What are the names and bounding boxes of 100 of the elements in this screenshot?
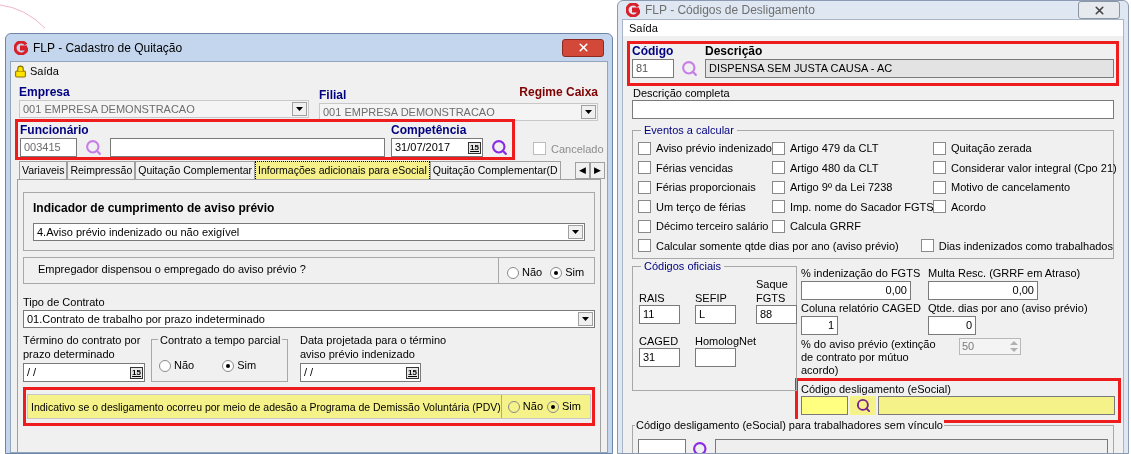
question-text: Empregador dispensou o empregado do aviso prévio ?: [37, 262, 307, 277]
input-field[interactable]: 31: [639, 348, 680, 367]
checkbox[interactable]: Imp. nome do Sacador FGTS: [772, 198, 933, 215]
search-icon[interactable]: [491, 139, 508, 156]
input-field[interactable]: 11: [639, 305, 680, 324]
search-icon[interactable]: [681, 60, 698, 77]
input-field[interactable]: 0,00: [928, 281, 1038, 300]
tab[interactable]: Informações adicionais para eSocial: [255, 161, 430, 179]
close-icon: [1092, 3, 1106, 17]
checkbox[interactable]: Artigo 480 da CLT: [772, 159, 933, 176]
menu-item[interactable]: Saída: [629, 19, 658, 37]
date-field[interactable]: / / 15: [300, 363, 421, 382]
field-label: HomologNet: [695, 334, 756, 348]
checkbox[interactable]: Calcula GRRF: [772, 218, 933, 235]
checkbox[interactable]: Calcular somente qtde dias por ano (aviso prévio): [638, 237, 921, 254]
logo-icon: [626, 3, 640, 17]
checkbox[interactable]: Motivo de cancelamento: [933, 179, 1117, 196]
tab[interactable]: Quitação Complementar(D: [429, 161, 561, 179]
input-field[interactable]: 1: [801, 316, 838, 335]
group-title: Códigos oficiais: [641, 259, 725, 273]
input-field[interactable]: [801, 396, 848, 415]
date-value: 31/07/2017: [395, 140, 451, 156]
search-icon[interactable]: [85, 139, 102, 156]
group-title: Código desligamento (eSocial) para trabalhadores sem vínculo: [635, 419, 944, 432]
field-label: RAIS: [639, 291, 666, 305]
checkbox[interactable]: Férias proporcionais: [638, 179, 772, 196]
input-field[interactable]: 88: [756, 305, 797, 324]
input-field[interactable]: [715, 439, 1108, 453]
checkbox[interactable]: Acordo: [933, 198, 1117, 215]
radio-button[interactable]: Não: [507, 398, 544, 415]
checkbox[interactable]: Artigo 9º da Lei 7238: [772, 179, 933, 196]
checkbox[interactable]: Artigo 479 da CLT: [772, 140, 933, 157]
input-field[interactable]: [638, 439, 686, 453]
field-label: Qtde. dias por ano (aviso prévio): [928, 301, 1089, 316]
input-field[interactable]: L: [695, 305, 736, 324]
search-button[interactable]: [850, 396, 876, 415]
input-field[interactable]: [632, 100, 1114, 119]
lock-icon: [14, 64, 27, 78]
field-label: % indenização do FGTS: [801, 266, 922, 281]
regime-label: Regime Caixa: [519, 85, 598, 100]
dropdown[interactable]: 001 EMPRESA DEMONSTRACAO: [19, 100, 309, 118]
window-title: FLP - Códigos de Desligamento: [645, 2, 815, 19]
radio-button[interactable]: Não: [159, 357, 195, 374]
checkbox[interactable]: Quitação zerada: [933, 140, 1117, 157]
input-field[interactable]: 003415: [20, 138, 77, 157]
date-field[interactable]: / / 15: [23, 363, 145, 382]
field-label: % do aviso prévio (extinção de contrato por mútuo acordo): [801, 338, 937, 377]
field-label: Filial: [319, 88, 347, 103]
question-text: Indicativo se o desligamento ocorreu por meio de adesão a Programa de Demissão Voluntária (PDV): [30, 400, 501, 415]
field-label: Código: [632, 44, 675, 59]
section-title: Indicador de cumprimento de aviso prévio: [33, 200, 276, 217]
checkbox[interactable]: Décimo terceiro salário: [638, 218, 772, 235]
calendar-button[interactable]: 15: [406, 366, 419, 379]
radio-button[interactable]: Não: [507, 264, 543, 281]
logo-icon: [14, 40, 28, 55]
input-field[interactable]: 0,00: [801, 281, 911, 300]
input-field[interactable]: [878, 396, 1115, 415]
group-title: Eventos a calcular: [641, 123, 737, 137]
field-label: CAGED: [639, 334, 680, 348]
input-field[interactable]: DISPENSA SEM JUSTA CAUSA - AC: [705, 59, 1114, 78]
field-label: Tipo de Contrato: [23, 295, 106, 310]
close-icon: [576, 41, 590, 54]
checkbox[interactable]: Aviso prévio indenizado: [638, 140, 772, 157]
dropdown[interactable]: 4.Aviso prévio indenizado ou não exigível: [33, 223, 585, 241]
input-field[interactable]: [695, 348, 736, 367]
close-button[interactable]: [1078, 1, 1120, 19]
tab-scroll-button[interactable]: ◀: [575, 162, 590, 179]
tab[interactable]: Variaveis: [19, 161, 68, 179]
search-icon[interactable]: [692, 441, 709, 453]
checkbox[interactable]: Férias vencidas: [638, 159, 772, 176]
window-title: FLP - Cadastro de Quitação: [33, 39, 183, 57]
field-label: Coluna relatório CAGED: [801, 301, 922, 316]
date-field[interactable]: 31/07/2017 15: [391, 138, 483, 157]
field-label: Saque FGTS: [756, 277, 789, 305]
calendar-button[interactable]: 15: [468, 141, 481, 154]
menu-item[interactable]: Saída: [14, 62, 59, 80]
field-label: Código desligamento (eSocial): [801, 382, 952, 396]
input-field[interactable]: [110, 138, 385, 157]
spinner-arrows-icon: [1008, 339, 1020, 354]
field-label: Competência: [391, 123, 468, 138]
input-field[interactable]: 81: [632, 59, 674, 78]
close-button[interactable]: [562, 38, 604, 57]
field-label: Data projetada para o término aviso prévio indenizado: [300, 333, 448, 362]
calendar-button[interactable]: 15: [130, 366, 143, 379]
tab[interactable]: Quitação Complementar: [135, 161, 256, 179]
input-field[interactable]: 0: [928, 316, 976, 335]
radio-button[interactable]: Sim: [222, 357, 257, 374]
dropdown[interactable]: 001 EMPRESA DEMONSTRACAO: [319, 103, 598, 121]
checkbox[interactable]: Um terço de férias: [638, 198, 772, 215]
dropdown[interactable]: 01.Contrato de trabalho por prazo indeterminado: [23, 310, 595, 328]
checkbox[interactable]: Considerar valor integral (Cpo 21): [933, 159, 1117, 176]
checkbox[interactable]: Dias indenizados como trabalhados: [920, 237, 1113, 254]
radio-button[interactable]: Sim: [547, 398, 581, 415]
tab-scroll-button[interactable]: ▶: [590, 162, 605, 179]
tab[interactable]: Reimpressão: [67, 161, 136, 179]
field-label: Término do contrato por prazo determinado: [23, 333, 142, 362]
field-label: Descrição: [705, 44, 764, 59]
field-label: Funcionário: [20, 123, 90, 138]
date-value: / /: [27, 365, 37, 381]
radio-button[interactable]: Sim: [550, 264, 585, 281]
